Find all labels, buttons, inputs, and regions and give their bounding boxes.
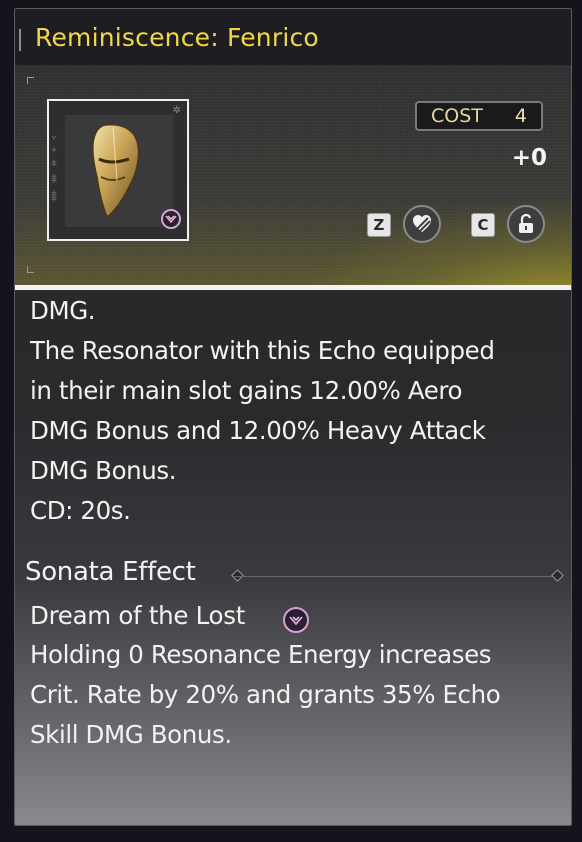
heart-slash-icon <box>413 215 431 233</box>
unlock-icon <box>519 213 533 233</box>
echo-art-panel: ᚛ ᚐ ᚑ ᚒ ᚓ ✲ COST 4 +0 Z C <box>15 65 571 287</box>
sonata-section-header: Sonata Effect <box>25 557 565 593</box>
sonata-set-icon <box>283 607 309 633</box>
echo-detail-card: Reminiscence: Fenrico ᚛ ᚐ ᚑ ᚒ ᚓ ✲ COST 4… <box>14 8 572 826</box>
card-header: Reminiscence: Fenrico <box>15 9 571 65</box>
discard-toggle-button[interactable] <box>507 205 545 243</box>
corner-mark-top <box>27 77 34 84</box>
sonata-divider-line <box>233 576 553 577</box>
art-divider <box>15 285 571 290</box>
lock-toggle-button[interactable] <box>403 205 441 243</box>
sonata-crest-icon <box>161 209 181 229</box>
cost-badge: COST 4 <box>415 101 543 131</box>
discard-hotkey: C <box>471 213 495 237</box>
divider-diamond-right <box>551 569 564 582</box>
header-accent-bar <box>19 29 21 51</box>
cost-value: 4 <box>514 105 527 127</box>
echo-title: Reminiscence: Fenrico <box>35 23 319 52</box>
lock-hotkey: Z <box>367 213 391 237</box>
sonata-set-name: Dream of the Lost <box>30 601 246 630</box>
sonata-set-description: Holding 0 Resonance Energy increases Cri… <box>30 640 501 749</box>
frame-ornament-icon: ✲ <box>172 105 181 116</box>
skill-description: DMG. The Resonator with this Echo equipp… <box>30 296 495 525</box>
echo-portrait-frame: ᚛ ᚐ ᚑ ᚒ ᚓ ✲ <box>47 99 189 241</box>
mask-icon <box>92 123 140 219</box>
cost-label: COST <box>431 105 483 127</box>
sonata-heading: Sonata Effect <box>25 557 196 587</box>
decorative-side-glyphs: ᚛ ᚐ ᚑ ᚒ ᚓ <box>48 135 59 204</box>
corner-mark-bottom <box>27 266 34 273</box>
echo-level: +0 <box>511 145 547 171</box>
echo-portrait-bg <box>65 115 173 227</box>
